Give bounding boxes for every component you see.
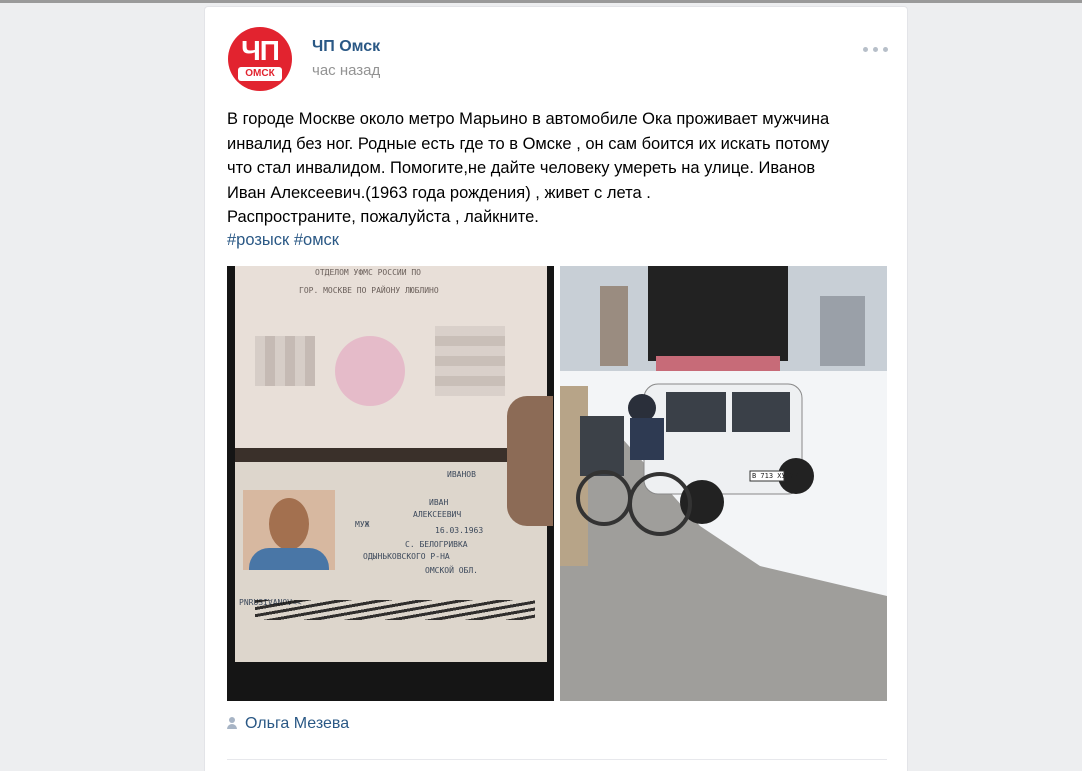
redaction-scribble bbox=[255, 600, 535, 620]
blurred-stamp bbox=[335, 336, 405, 406]
signer-link[interactable]: Ольга Мезева bbox=[245, 715, 349, 732]
passport-header-line: ОТДЕЛОМ УФМС РОССИИ ПО bbox=[315, 268, 421, 277]
passport-birth-place: С. БЕЛОГРИВКА bbox=[405, 540, 468, 549]
passport-sex: МУЖ bbox=[355, 520, 370, 529]
street-scene-drawing bbox=[560, 266, 887, 701]
hand-holding-passport bbox=[507, 396, 553, 526]
passport-patronymic: АЛЕКСЕЕВИЧ bbox=[413, 510, 462, 519]
post-divider bbox=[227, 759, 887, 760]
passport-header-line: ГОР. МОСКВЕ ПО РАЙОНУ ЛЮБЛИНО bbox=[299, 286, 439, 295]
avatar-logo-subtext: ОМСК bbox=[238, 67, 282, 81]
post-text-line: Иван Алексеевич.(1963 года рождения) , ж… bbox=[227, 183, 651, 202]
passport-photo bbox=[243, 490, 335, 570]
avatar-logo-text: ЧП bbox=[241, 35, 280, 66]
passport-surname: ИВАНОВ bbox=[447, 470, 476, 479]
hashtags: #розыск #омск bbox=[227, 231, 339, 250]
passport-fold bbox=[235, 448, 547, 462]
passport-birth-date: 16.03.1963 bbox=[435, 526, 484, 535]
hashtag-link[interactable]: #розыск bbox=[227, 231, 289, 249]
passport-name: ИВАН bbox=[429, 498, 449, 507]
license-plate: В 713 ХУ 77 bbox=[752, 472, 799, 480]
post-card: ЧП ОМСК ЧП Омск час назад В городе Москв… bbox=[204, 6, 908, 771]
blurred-area bbox=[435, 326, 505, 396]
post-text-line: В городе Москве около метро Марьино в ав… bbox=[227, 110, 830, 128]
passport-birth-place: ОМСКОЙ ОБЛ. bbox=[425, 566, 478, 575]
passport-face bbox=[269, 498, 309, 550]
post-text-line: что стал инвалидом. Помогите,не дайте че… bbox=[227, 159, 816, 177]
passport-bottom-page: ИВАНОВ ИВАН АЛЕКСЕЕВИЧ МУЖ 16.03.1963 С.… bbox=[235, 462, 547, 662]
user-icon bbox=[227, 717, 237, 729]
post-time[interactable]: час назад bbox=[312, 62, 380, 79]
hashtag-link[interactable]: #омск bbox=[294, 231, 339, 249]
photo-street-scene[interactable]: В 713 ХУ 77 bbox=[560, 266, 887, 701]
post-signer: Ольга Мезева bbox=[227, 715, 349, 733]
passport-top-page: ОТДЕЛОМ УФМС РОССИИ ПО ГОР. МОСКВЕ ПО РА… bbox=[235, 266, 547, 448]
passport-birth-place: ОДЫНЬКОВСКОГО Р-НА bbox=[363, 552, 450, 561]
community-avatar[interactable]: ЧП ОМСК bbox=[228, 27, 292, 91]
post-author-link[interactable]: ЧП Омск bbox=[312, 38, 380, 56]
blurred-area bbox=[255, 336, 315, 386]
post-text-line: Распространите, пожалуйста , лайкните. bbox=[227, 208, 539, 226]
window-top-edge bbox=[0, 0, 1082, 3]
photo-passport[interactable]: ОТДЕЛОМ УФМС РОССИИ ПО ГОР. МОСКВЕ ПО РА… bbox=[227, 266, 554, 701]
passport-shirt bbox=[249, 548, 329, 570]
more-dots-icon[interactable] bbox=[861, 41, 891, 57]
post-text: В городе Москве около метро Марьино в ав… bbox=[227, 107, 887, 230]
post-text-line: инвалид без ног. Родные есть где то в Ом… bbox=[227, 134, 830, 153]
